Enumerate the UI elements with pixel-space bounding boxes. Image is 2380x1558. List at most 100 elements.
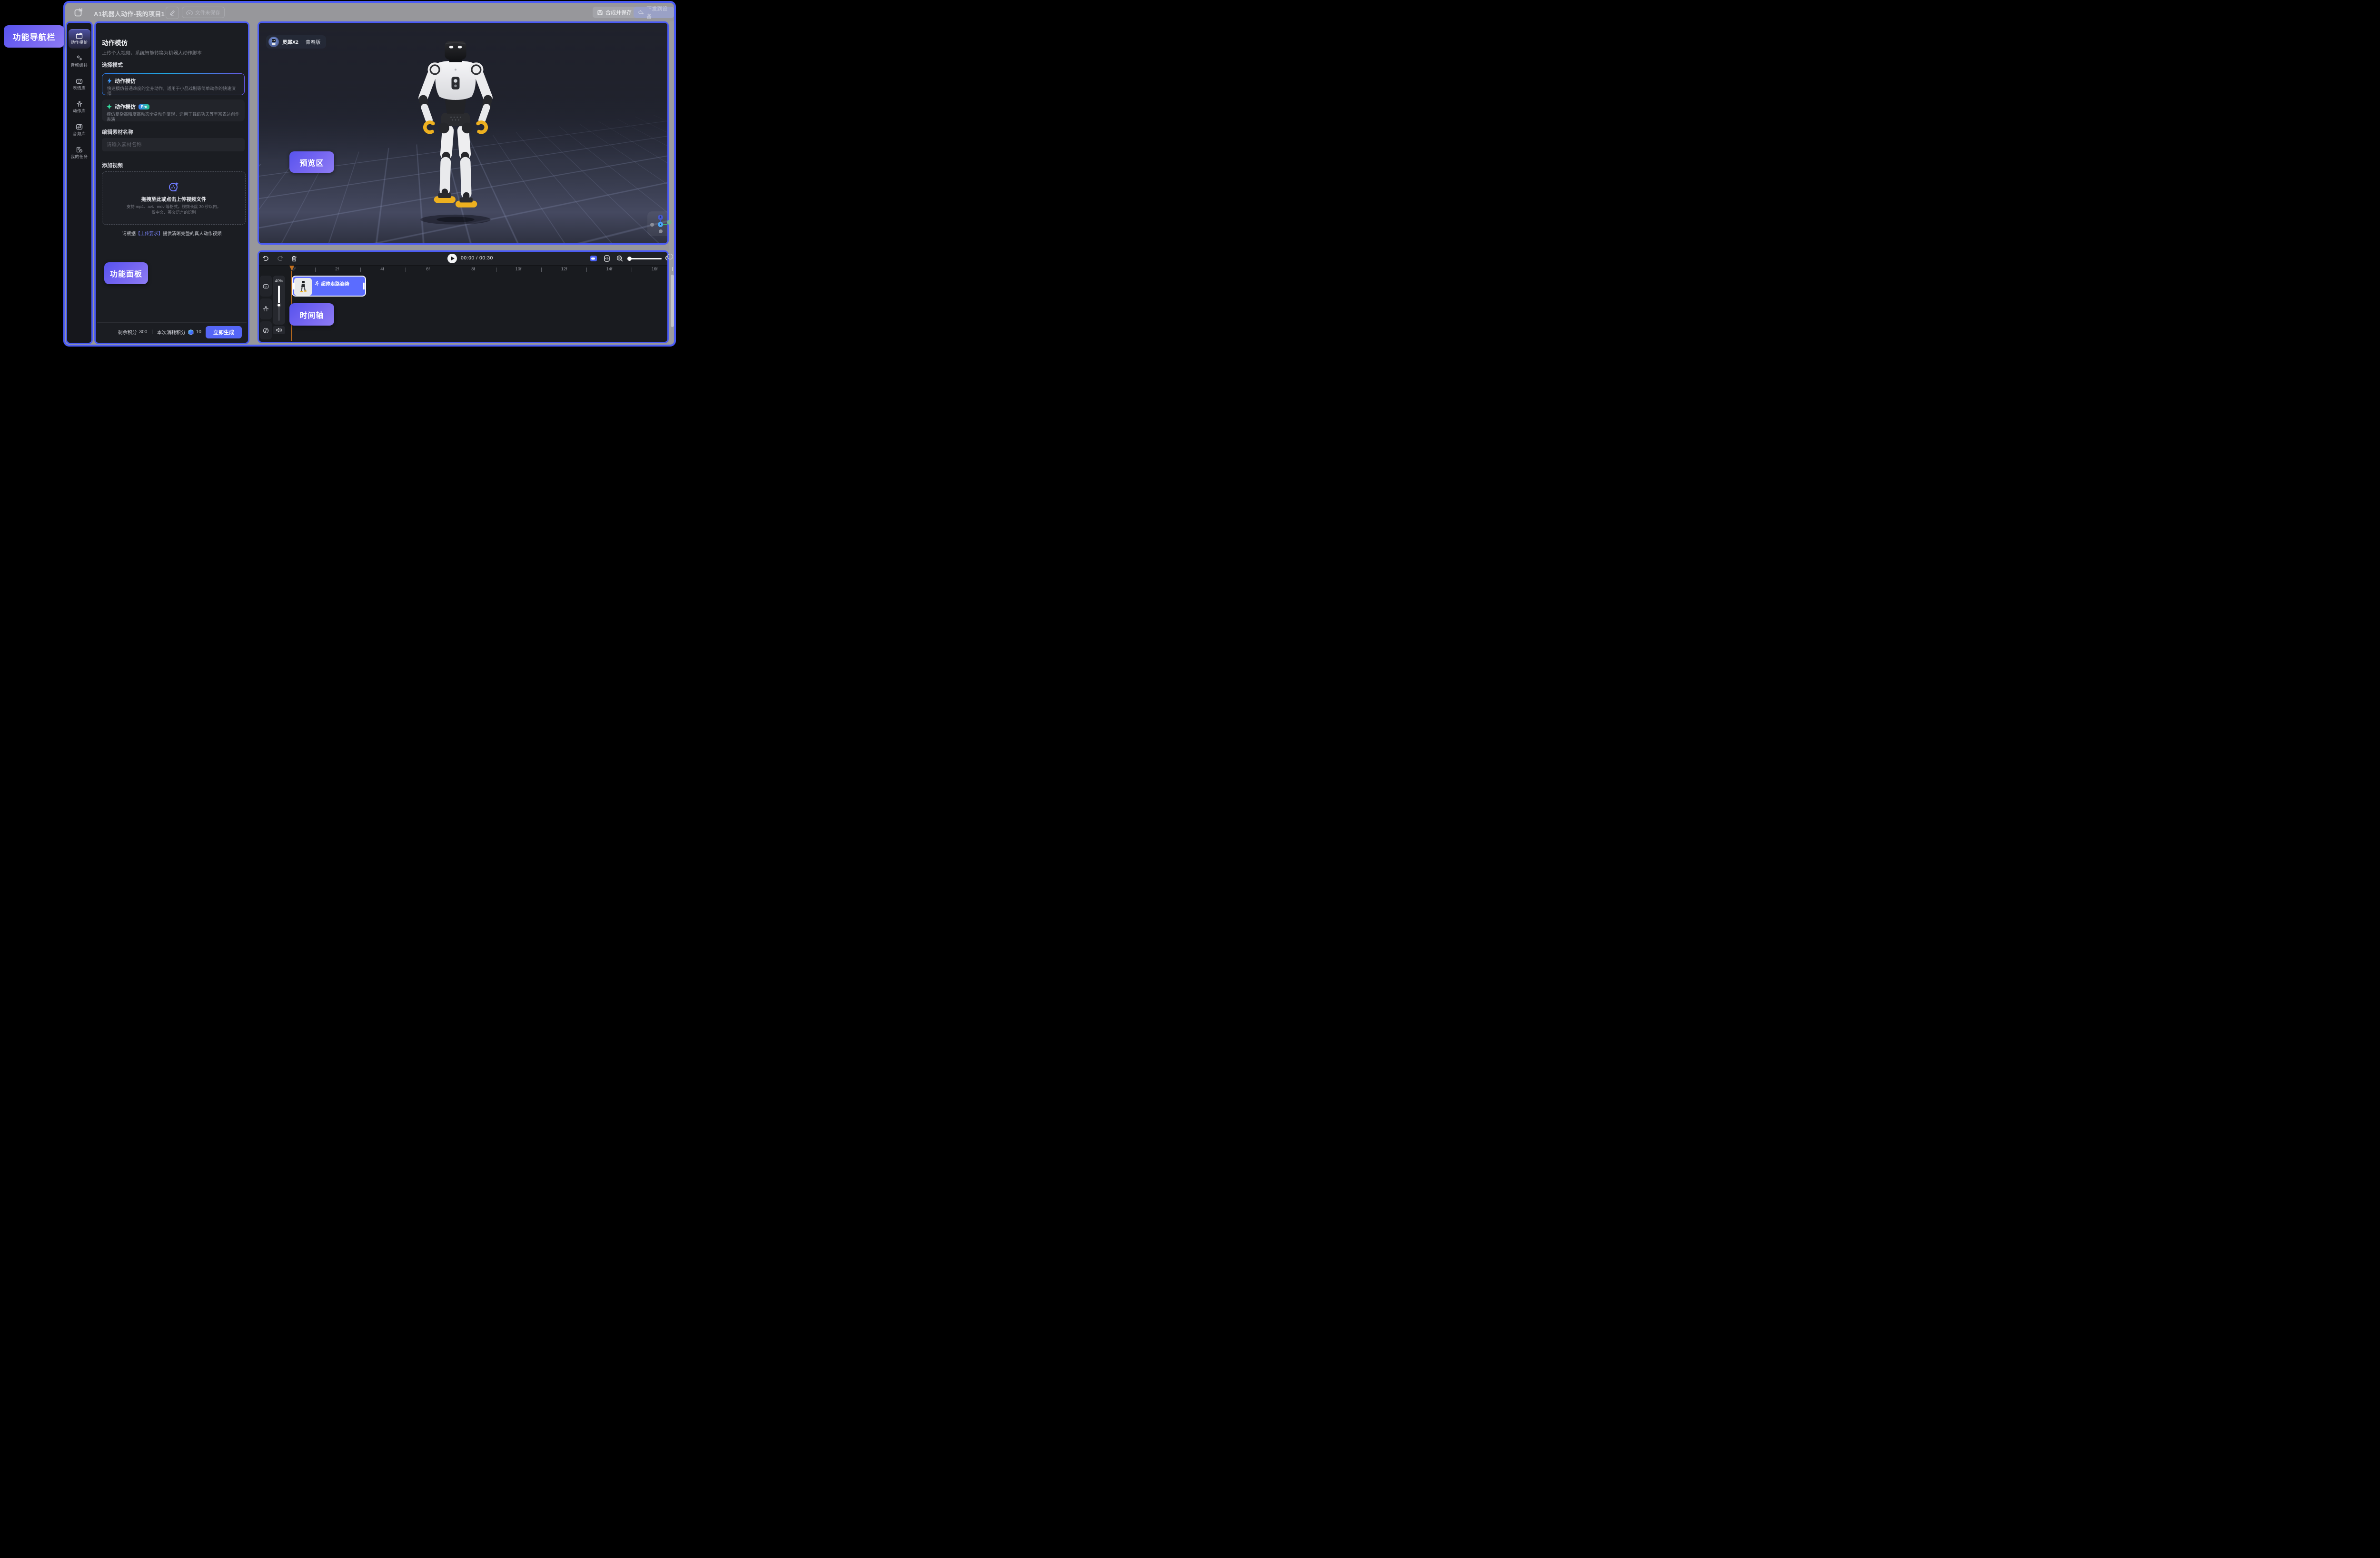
robot-download-icon: [638, 10, 644, 15]
annotation-timeline-label: 时间轴: [289, 303, 334, 326]
cloud-offline-icon: [186, 10, 193, 15]
mode-card-fast[interactable]: 动作模仿 快速模仿普通难度的全身动作，适用于小品戏剧等简单动作的快速演绎: [102, 73, 245, 95]
person-track-icon: [263, 306, 269, 312]
sidebar-item-expression-library[interactable]: 表情库: [69, 75, 90, 94]
upload-requirements-link[interactable]: 【上传要求】: [136, 231, 163, 237]
gizmo-y-axis[interactable]: Y: [658, 222, 663, 227]
audio-track-icon: [263, 327, 269, 334]
fit-clip-button[interactable]: [603, 254, 611, 263]
tutorial-overlay-stage: A1机器人动作-我的项目1 文件未保存 合成并保存 下发到设备: [0, 0, 746, 351]
app-logo-icon[interactable]: [74, 8, 83, 17]
function-panel: 动作模仿 上传个人视频，系统智能转换为机器人动作脚本 选择模式 动作模仿 快速模…: [94, 21, 249, 344]
project-title: A1机器人动作-我的项目1: [94, 9, 165, 18]
annotation-panel-label: 功能面板: [104, 262, 148, 284]
upload-requirement-note: 请根据【上传要求】提供清晰完整的真人动作视频: [97, 230, 247, 237]
timeline-zoom-slider[interactable]: [628, 258, 662, 259]
clip-trim-handle-right[interactable]: [363, 283, 365, 290]
sidebar-item-my-tasks[interactable]: 我的任务: [69, 143, 90, 163]
annotation-nav-label: 功能导航栏: [4, 25, 64, 48]
speaker-icon: [276, 327, 282, 333]
upload-title: 拖拽至此或点击上传视频文件: [141, 196, 207, 203]
clip-thumbnail: [294, 278, 312, 296]
play-icon: [451, 257, 455, 260]
audio-track-button[interactable]: [260, 321, 272, 339]
timeline-scrollbar[interactable]: [671, 275, 674, 327]
video-upload-dropzone[interactable]: 拖拽至此或点击上传视频文件 支持 mp4、avi、mov 等格式，视频长度 30…: [102, 171, 246, 225]
snap-toggle-button[interactable]: [589, 254, 598, 263]
volume-slider[interactable]: [278, 286, 280, 321]
volume-slider-handle[interactable]: [277, 303, 281, 307]
gizmo-z-axis[interactable]: Z: [658, 215, 663, 220]
zoom-slider-handle[interactable]: [627, 257, 632, 261]
task-clock-icon: [76, 147, 83, 153]
sidebar-item-motion-library[interactable]: 动作库: [69, 98, 90, 117]
robot-model-badge[interactable]: 灵犀X2 青春版: [266, 35, 326, 49]
timeline-panel: 00:00 / 00:30 0f: [258, 250, 669, 343]
mode-section-label: 选择模式: [102, 61, 123, 69]
expression-track-button[interactable]: [260, 276, 272, 297]
deploy-to-device-button[interactable]: 下发到设备: [634, 7, 674, 18]
panel-title: 动作模仿: [102, 38, 128, 47]
robot-name: 灵犀X2: [282, 39, 298, 46]
material-name-input[interactable]: [102, 138, 245, 151]
remaining-credits: 剩余积分 300: [118, 328, 148, 336]
add-video-label: 添加视频: [102, 161, 123, 169]
sidebar-item-motion-mimic[interactable]: 动作模仿: [69, 29, 90, 49]
generate-button[interactable]: 立即生成: [206, 326, 242, 338]
dimmed-right-strip: [669, 21, 676, 344]
music-box-icon: [76, 124, 83, 130]
motion-track-button[interactable]: [260, 298, 272, 319]
robot-avatar: [268, 37, 279, 47]
lightning-icon: [107, 78, 112, 84]
star-sparkle-icon: [107, 104, 112, 109]
preview-viewport[interactable]: 灵犀X2 青春版 Z Y X: [258, 21, 669, 245]
person-icon: [76, 101, 83, 107]
play-button[interactable]: [447, 254, 457, 263]
annotation-preview-label: 预览区: [289, 151, 334, 173]
titlebar: A1机器人动作-我的项目1 文件未保存 合成并保存 下发到设备: [65, 3, 674, 21]
clip-trim-handle-left[interactable]: [293, 283, 295, 290]
footer-divider: |: [151, 329, 153, 335]
orientation-gizmo[interactable]: Z Y X: [647, 211, 669, 236]
zoom-out-button[interactable]: [615, 254, 624, 263]
gizmo-x-axis-dimmed: [667, 220, 672, 225]
zoom-in-icon-dimmed: [667, 254, 673, 259]
panel-subtitle: 上传个人视频，系统智能转换为机器人动作脚本: [102, 49, 202, 56]
save-icon: [597, 10, 603, 15]
film-reel-upload-icon: [168, 181, 179, 192]
volume-value: 40%: [275, 278, 283, 283]
robot-face-icon: [76, 79, 83, 84]
save-compose-button[interactable]: 合成并保存: [593, 7, 636, 18]
app-window: A1机器人动作-我的项目1 文件未保存 合成并保存 下发到设备: [63, 1, 676, 347]
timeline-clip-walk-pose[interactable]: 超帅走路姿势: [292, 276, 366, 297]
function-nav-sidebar: 动作模仿 音频编排 表情库 动作库 音频库: [66, 21, 93, 344]
cost-credits: 本次消耗积分 10: [157, 328, 201, 336]
ruler-tick-dimmed: [672, 267, 673, 271]
redo-button[interactable]: [276, 254, 284, 263]
robot-edition: 青春版: [306, 39, 321, 46]
sidebar-item-audio-arrange[interactable]: 音频编排: [69, 52, 90, 71]
mode-card-pro[interactable]: 动作模仿 Pro 模仿复杂高精度高动态全身动作复现，适用于舞蹈功夫等丰富表达创作…: [102, 99, 245, 121]
file-unsaved-status: 文件未保存: [182, 7, 225, 18]
robot-model[interactable]: [403, 41, 508, 229]
sidebar-item-audio-library[interactable]: 音频库: [69, 120, 90, 140]
gizmo-neg-axis-dot[interactable]: [650, 223, 654, 227]
timeline-toolbar: 00:00 / 00:30: [259, 252, 667, 266]
sparkle-diamonds-icon: [76, 55, 83, 61]
runner-icon: [315, 281, 319, 286]
panel-footer: 剩余积分 300 | 本次消耗积分 10 立即生成: [97, 322, 247, 341]
playback-time: 00:00 / 00:30: [461, 255, 493, 261]
upload-hint-line1: 支持 mp4、avi、mov 等格式，视频长度 30 秒以内，: [127, 204, 221, 209]
upload-hint-line2: 仅中文、英文语言的识别: [151, 210, 196, 215]
gizmo-neg-axis-dot[interactable]: [659, 229, 663, 233]
material-name-label: 编辑素材名称: [102, 128, 133, 136]
delete-clip-button[interactable]: [290, 254, 298, 263]
credit-gem-icon: [188, 329, 194, 335]
clapperboard-icon: [76, 32, 83, 39]
undo-button[interactable]: [261, 254, 270, 263]
rename-button[interactable]: [166, 7, 179, 19]
speaker-button[interactable]: [273, 326, 285, 334]
pencil-icon: [169, 10, 175, 16]
pro-badge: Pro: [139, 104, 149, 109]
clip-name: 超帅走路姿势: [321, 280, 349, 287]
